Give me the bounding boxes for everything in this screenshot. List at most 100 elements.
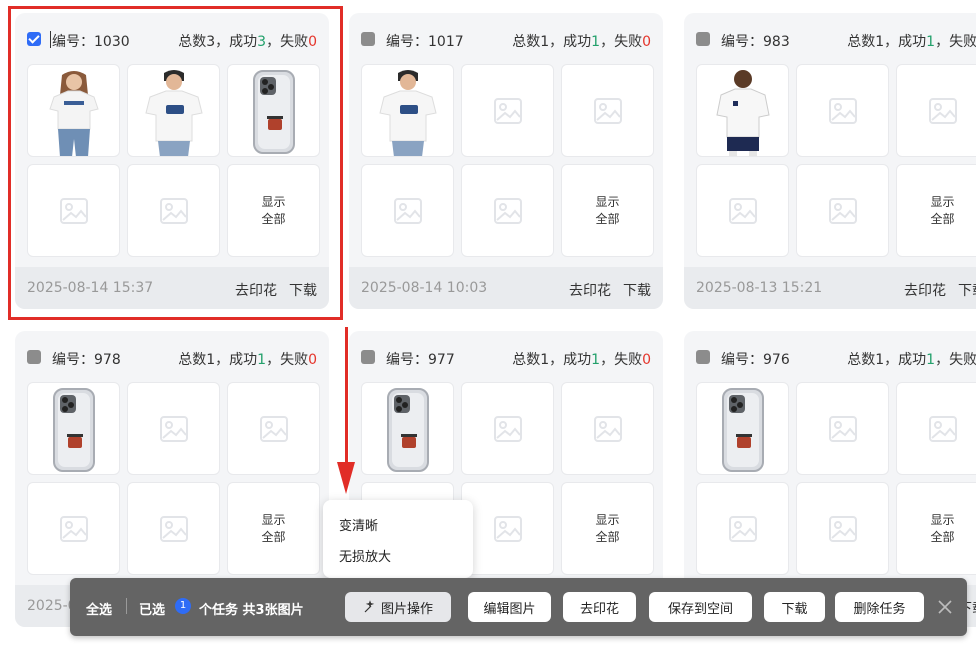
menu-item-upscale[interactable]: 无损放大 xyxy=(339,546,391,565)
task-stats: 总数1，成功1，失败0 xyxy=(512,31,651,51)
show-all-button[interactable]: 显示 全部 xyxy=(561,164,654,257)
selection-summary: 个任务 共3张图片 xyxy=(199,603,304,618)
image-cell[interactable] xyxy=(361,64,454,157)
image-cell[interactable] xyxy=(27,482,120,575)
button-label: 编辑图片 xyxy=(483,601,536,617)
image-cell[interactable] xyxy=(127,482,220,575)
image-cell[interactable] xyxy=(127,64,220,157)
card-footer: 2025-08-14 15:37 去印花 下载 xyxy=(15,267,329,309)
stats-fail-label: ，失败 xyxy=(935,352,976,368)
button-label: 保存到空间 xyxy=(667,601,733,617)
image-cell[interactable] xyxy=(361,382,454,475)
image-cell[interactable] xyxy=(696,482,789,575)
show-all-button[interactable]: 显示 全部 xyxy=(227,482,320,575)
show-all-button[interactable]: 显示 全部 xyxy=(896,482,976,575)
show-all-button[interactable]: 显示 全部 xyxy=(896,164,976,257)
task-card[interactable]: 编号：1030 总数3，成功3，失败0 显示 全部 2025-08-14 15:37 去… xyxy=(15,13,329,309)
image-cell[interactable] xyxy=(461,382,554,475)
task-date: 2025-08-14 15:37 xyxy=(27,280,154,296)
image-cell[interactable] xyxy=(27,164,120,257)
image-cell[interactable] xyxy=(27,64,120,157)
image-cell[interactable] xyxy=(127,164,220,257)
image-grid: 显示 全部 xyxy=(696,64,976,257)
task-stats: 总数1，成功1，失败0 xyxy=(847,349,976,369)
task-card[interactable]: 编号：1017 总数1，成功1，失败0 显示 全部 2025-08-14 10:03 去… xyxy=(349,13,663,309)
task-stats: 总数3，成功3，失败0 xyxy=(178,31,317,51)
text-cursor xyxy=(50,31,51,48)
remove-print-link[interactable]: 去印花 xyxy=(904,283,946,299)
download-link[interactable]: 下载 xyxy=(958,283,976,299)
image-cell[interactable] xyxy=(796,64,889,157)
edit-image-button[interactable]: 编辑图片 xyxy=(468,592,551,622)
image-cell[interactable] xyxy=(461,482,554,575)
image-cell[interactable] xyxy=(796,382,889,475)
stats-fail-label: ，失败 xyxy=(266,352,309,368)
success-count: 1 xyxy=(591,352,601,368)
image-ops-button[interactable]: 图片操作 xyxy=(345,592,451,622)
stats-total-text: 总数1，成功 xyxy=(847,34,927,50)
select-all-toggle[interactable]: 全选 xyxy=(86,599,112,618)
image-cell[interactable] xyxy=(896,382,976,475)
task-date: 2025-08-13 15:21 xyxy=(696,280,823,296)
show-all-label: 显示 全部 xyxy=(261,512,286,544)
selected-label: 已选 xyxy=(139,603,166,618)
image-cell[interactable] xyxy=(561,64,654,157)
task-card[interactable]: 编号：983 总数1，成功1，失败0 显示 全部 2025-08-13 15:21 去印… xyxy=(684,13,976,309)
man-graphic-tshirt-image xyxy=(145,70,203,156)
image-cell[interactable] xyxy=(227,64,320,157)
stats-fail-label: ，失败 xyxy=(600,34,643,50)
image-cell[interactable] xyxy=(27,382,120,475)
image-cell[interactable] xyxy=(696,382,789,475)
image-cell[interactable] xyxy=(127,382,220,475)
image-placeholder-icon xyxy=(593,97,622,124)
select-checkbox[interactable] xyxy=(696,32,710,46)
image-placeholder-icon xyxy=(59,197,88,224)
image-cell[interactable] xyxy=(461,64,554,157)
image-cell[interactable] xyxy=(461,164,554,257)
show-all-button[interactable]: 显示 全部 xyxy=(227,164,320,257)
download-link[interactable]: 下载 xyxy=(623,283,651,299)
stats-total-text: 总数1，成功 xyxy=(178,352,258,368)
task-id: 编号：1030 xyxy=(52,34,130,50)
download-link[interactable]: 下载 xyxy=(289,283,317,299)
select-checkbox[interactable] xyxy=(361,32,375,46)
image-placeholder-icon xyxy=(59,515,88,542)
select-checkbox[interactable] xyxy=(361,350,375,364)
fail-count: 0 xyxy=(642,34,651,50)
delete-task-button[interactable]: 删除任务 xyxy=(835,592,924,622)
remove-print-link[interactable]: 去印花 xyxy=(569,283,611,299)
image-cell[interactable] xyxy=(361,164,454,257)
phone-case-image xyxy=(387,388,429,472)
image-cell[interactable] xyxy=(796,482,889,575)
image-cell[interactable] xyxy=(227,382,320,475)
show-all-button[interactable]: 显示 全部 xyxy=(561,482,654,575)
select-checkbox[interactable] xyxy=(27,350,41,364)
image-cell[interactable] xyxy=(696,164,789,257)
save-to-space-button[interactable]: 保存到空间 xyxy=(649,592,752,622)
success-count: 1 xyxy=(591,34,601,50)
stats-total-text: 总数3，成功 xyxy=(178,34,258,50)
fail-count: 0 xyxy=(308,34,317,50)
image-placeholder-icon xyxy=(828,515,857,542)
annotation-arrow-line xyxy=(345,327,348,467)
download-button[interactable]: 下载 xyxy=(764,592,825,622)
image-cell[interactable] xyxy=(896,64,976,157)
stats-fail-label: ，失败 xyxy=(266,34,309,50)
menu-item-enhance[interactable]: 变清晰 xyxy=(339,515,378,534)
image-cell[interactable] xyxy=(696,64,789,157)
remove-print-button[interactable]: 去印花 xyxy=(563,592,636,622)
image-placeholder-icon xyxy=(828,197,857,224)
card-header: 编号：1030 总数3，成功3，失败0 xyxy=(15,13,329,63)
image-placeholder-icon xyxy=(828,97,857,124)
select-checkbox[interactable] xyxy=(27,32,41,46)
image-cell[interactable] xyxy=(796,164,889,257)
man-graphic-tshirt-image xyxy=(379,70,437,156)
success-count: 3 xyxy=(257,34,267,50)
image-placeholder-icon xyxy=(159,515,188,542)
show-all-label: 显示 全部 xyxy=(930,194,955,226)
task-id: 编号：976 xyxy=(721,352,790,368)
select-checkbox[interactable] xyxy=(696,350,710,364)
image-cell[interactable] xyxy=(561,382,654,475)
close-icon[interactable] xyxy=(936,598,954,616)
remove-print-link[interactable]: 去印花 xyxy=(235,283,277,299)
